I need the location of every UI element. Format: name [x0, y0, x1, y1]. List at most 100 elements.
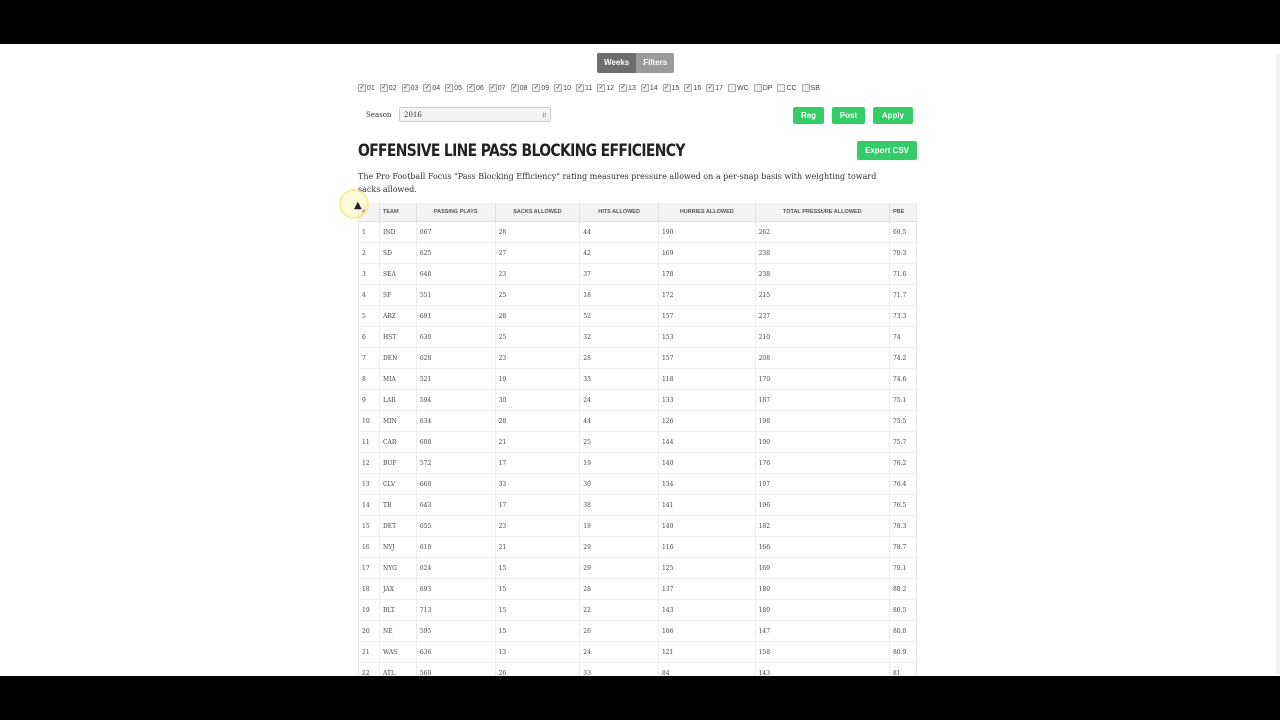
table-cell: 141 [657, 494, 756, 516]
table-cell: 17 [358, 557, 380, 579]
table-cell: 19 [494, 368, 580, 390]
table-cell: 196 [754, 494, 890, 516]
week-checkbox-sb[interactable]: SB [801, 84, 820, 92]
table-cell: 73.3 [888, 305, 918, 327]
checkbox-icon[interactable] [619, 84, 628, 92]
week-checkbox-16[interactable]: 16 [684, 84, 701, 92]
table-cell: 630 [415, 326, 496, 348]
scrollbar[interactable] [1276, 54, 1280, 674]
week-checkbox-15[interactable]: 15 [662, 84, 679, 92]
table-cell: 144 [657, 431, 756, 453]
export-csv-button[interactable]: Export CSV [857, 141, 917, 160]
table-cell: 24 [579, 389, 659, 411]
week-checkbox-12[interactable]: 12 [597, 84, 614, 92]
checkbox-icon[interactable] [445, 84, 454, 92]
pbe-table: # TEAM PASSING PLAYS SACKS ALLOWED HITS ALLO… [358, 203, 918, 676]
table-row: 2 SD 625 27 42 169 238 70.3 [358, 242, 918, 264]
table-cell: 23 [494, 347, 580, 369]
table-cell: 143 [657, 599, 756, 621]
checkbox-icon[interactable] [488, 84, 497, 92]
table-cell: 33 [494, 473, 580, 495]
table-row: 8 MIA 521 19 33 118 170 74.6 [358, 368, 918, 390]
week-label: SB [810, 84, 820, 92]
table-cell: 655 [415, 515, 496, 537]
table-row: 3 SEA 648 23 37 178 238 71.6 [358, 263, 918, 285]
week-label: 05 [454, 84, 462, 92]
week-checkbox-wc[interactable]: WC [728, 84, 749, 92]
checkbox-icon[interactable] [575, 84, 584, 92]
week-checkbox-02[interactable]: 02 [379, 84, 397, 92]
table-cell: 15 [494, 599, 580, 621]
table-cell: 4 [358, 284, 380, 306]
checkbox-icon[interactable] [379, 84, 388, 92]
table-cell: SD [378, 242, 417, 264]
week-checkbox-13[interactable]: 13 [619, 84, 636, 92]
table-cell: CLV [378, 473, 417, 495]
table-cell: 176 [754, 452, 890, 474]
week-checkbox-09[interactable]: 09 [532, 84, 549, 92]
table-cell: LAR [378, 389, 417, 411]
checkbox-icon[interactable] [466, 84, 475, 92]
column-header[interactable]: SACKS ALLOWED [494, 203, 580, 222]
table-cell: 12 [358, 452, 380, 474]
checkbox-icon[interactable] [684, 84, 693, 92]
checkbox-icon[interactable] [532, 84, 541, 92]
checkbox-icon[interactable] [401, 84, 410, 92]
table-cell: 608 [415, 431, 496, 453]
week-checkbox-14[interactable]: 14 [640, 84, 658, 92]
column-header[interactable]: TEAM [378, 203, 417, 222]
week-checkbox-03[interactable]: 03 [401, 84, 418, 92]
table-cell: 76.4 [888, 473, 918, 495]
table-cell: 143 [754, 662, 890, 676]
table-cell: IND [378, 221, 417, 243]
checkbox-icon[interactable] [358, 84, 366, 92]
week-checkbox-cc[interactable]: CC [777, 84, 797, 92]
week-checkbox-08[interactable]: 08 [510, 84, 527, 92]
table-cell: 75.1 [888, 389, 918, 411]
table-cell: 22 [358, 662, 380, 676]
week-checkbox-07[interactable]: 07 [488, 84, 506, 92]
week-checkbox-06[interactable]: 06 [466, 84, 484, 92]
filters-tab[interactable]: Filters [636, 53, 675, 73]
apply-button[interactable]: Apply [873, 107, 913, 124]
season-select[interactable]: 2016 ⇵ [399, 107, 551, 122]
checkbox-icon[interactable] [728, 84, 737, 92]
column-header[interactable]: HURRIES ALLOWED [657, 203, 756, 222]
column-header[interactable]: PASSING PLAYS [415, 203, 496, 222]
table-cell: 121 [657, 641, 756, 663]
week-checkbox-05[interactable]: 05 [445, 84, 462, 92]
table-cell: 118 [657, 368, 756, 390]
column-header[interactable]: PBE [888, 203, 918, 222]
checkbox-icon[interactable] [597, 84, 606, 92]
table-cell: 13 [494, 641, 580, 663]
week-checkbox-10[interactable]: 10 [554, 84, 571, 92]
week-checkbox-dp[interactable]: DP [753, 84, 772, 92]
checkbox-icon[interactable] [423, 84, 432, 92]
table-cell: 634 [415, 410, 496, 432]
checkbox-icon[interactable] [801, 84, 810, 92]
table-cell: 79.1 [888, 557, 918, 579]
column-header[interactable]: HITS ALLOWED [579, 203, 659, 222]
reg-button[interactable]: Reg [793, 107, 824, 124]
week-checkbox-01[interactable]: 01 [358, 84, 375, 92]
table-row: 5 ARZ 691 28 52 157 237 73.3 [358, 305, 918, 327]
checkbox-icon[interactable] [706, 84, 715, 92]
checkbox-icon[interactable] [662, 84, 671, 92]
weeks-tab[interactable]: Weeks [597, 53, 637, 73]
checkbox-icon[interactable] [510, 84, 519, 92]
column-header[interactable]: TOTAL PRESSURE ALLOWED [754, 203, 890, 222]
week-checkbox-04[interactable]: 04 [423, 84, 440, 92]
checkbox-icon[interactable] [640, 84, 649, 92]
checkbox-icon[interactable] [753, 84, 762, 92]
checkbox-icon[interactable] [554, 84, 563, 92]
table-cell: 660 [415, 473, 496, 495]
table-cell: 81 [888, 662, 918, 676]
table-cell: 713 [415, 599, 496, 621]
week-checkbox-11[interactable]: 11 [575, 84, 592, 92]
table-cell: 33 [579, 662, 659, 676]
checkbox-icon[interactable] [777, 84, 786, 92]
table-cell: 166 [754, 536, 890, 558]
post-button[interactable]: Post [832, 107, 865, 124]
table-cell: 691 [415, 305, 496, 327]
week-checkbox-17[interactable]: 17 [706, 84, 723, 92]
